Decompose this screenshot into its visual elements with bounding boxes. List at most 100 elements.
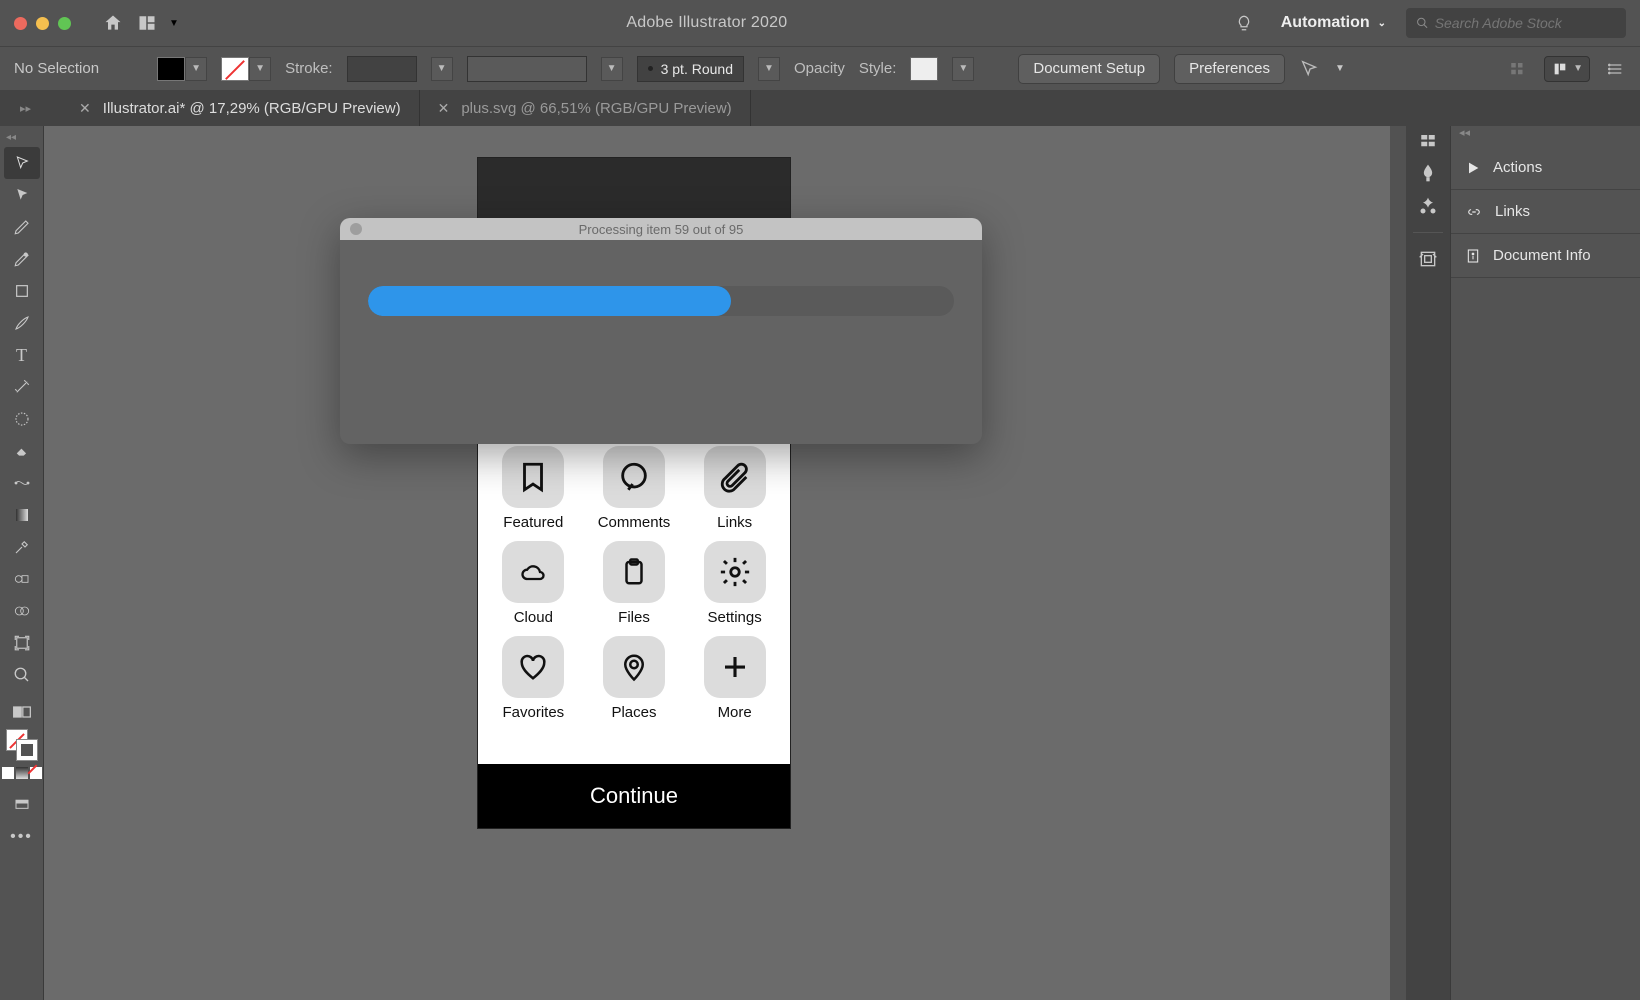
paintbrush-tool-icon[interactable] xyxy=(4,307,40,339)
stroke-label: Stroke: xyxy=(285,60,333,77)
bookmark-icon xyxy=(502,446,564,508)
artboard-tool-icon[interactable] xyxy=(4,627,40,659)
gear-icon xyxy=(704,541,766,603)
chevron-down-icon[interactable]: ▼ xyxy=(758,57,780,81)
app-tile-label: Cloud xyxy=(514,609,553,626)
stroke-profile-dropdown[interactable]: ▼ xyxy=(431,57,453,81)
app-tile-settings: Settings xyxy=(697,541,772,626)
close-tab-icon[interactable]: ✕ xyxy=(79,100,91,117)
chevron-down-icon[interactable]: ▼ xyxy=(169,18,179,29)
collapse-tools-icon[interactable]: ◂◂ xyxy=(0,132,16,143)
gradient-tool-icon[interactable] xyxy=(4,499,40,531)
collapse-panels-icon[interactable]: ◂◂ xyxy=(1451,126,1640,146)
direct-selection-tool-icon[interactable] xyxy=(4,179,40,211)
chevron-down-icon[interactable]: ▼ xyxy=(952,57,974,81)
clipboard-icon xyxy=(603,541,665,603)
selection-tool-icon[interactable] xyxy=(4,147,40,179)
tool-panel: ◂◂ T ••• xyxy=(0,126,44,1000)
panel-label: Document Info xyxy=(1493,247,1591,264)
list-icon[interactable] xyxy=(1606,61,1626,77)
clip-icon xyxy=(704,446,766,508)
brush-definition[interactable]: 3 pt. Round xyxy=(637,56,744,82)
toggle-fill-stroke-icon[interactable] xyxy=(4,701,40,723)
app-tile-cloud: Cloud xyxy=(496,541,571,626)
align-cursor-icon[interactable] xyxy=(1299,58,1321,80)
app-tile-more: More xyxy=(697,636,772,721)
document-setup-button[interactable]: Document Setup xyxy=(1018,54,1160,84)
play-icon xyxy=(1465,160,1481,176)
panel-column: ◂◂ Actions Links Document Info xyxy=(1450,126,1640,1000)
comment-icon xyxy=(603,446,665,508)
document-tab-active[interactable]: ✕ Illustrator.ai* @ 17,29% (RGB/GPU Prev… xyxy=(61,90,420,126)
control-bar: No Selection ▼ ▼ Stroke: ▼ ▼ 3 pt. Round… xyxy=(0,46,1640,90)
type-tool-icon[interactable]: T xyxy=(4,339,40,371)
search-input[interactable] xyxy=(1435,15,1616,31)
stroke-swatch-group[interactable]: ▼ xyxy=(221,57,271,81)
plus-icon xyxy=(704,636,766,698)
workspace-switcher[interactable]: Automation ⌄ xyxy=(1281,14,1386,32)
dialog-close-icon[interactable] xyxy=(350,223,362,235)
progress-dialog: Processing item 59 out of 95 xyxy=(340,218,982,444)
document-tab-label: plus.svg @ 66,51% (RGB/GPU Preview) xyxy=(461,100,731,117)
chevron-down-icon[interactable]: ▼ xyxy=(601,57,623,81)
app-tile-label: Comments xyxy=(598,514,671,531)
arrange-documents-icon[interactable] xyxy=(135,11,159,35)
app-tile-places: Places xyxy=(597,636,672,721)
graphic-style-swatch[interactable] xyxy=(910,57,938,81)
rotate-tool-icon[interactable] xyxy=(4,403,40,435)
app-tile-label: Favorites xyxy=(502,704,564,721)
curvature-tool-icon[interactable] xyxy=(4,243,40,275)
edit-toolbar-icon[interactable]: ••• xyxy=(4,821,40,853)
magic-wand-tool-icon[interactable] xyxy=(4,371,40,403)
screen-mode-icon[interactable] xyxy=(4,789,40,821)
fill-swatch-group[interactable]: ▼ xyxy=(157,57,207,81)
align-to-button[interactable]: ▼ xyxy=(1544,56,1590,82)
document-tab-label: Illustrator.ai* @ 17,29% (RGB/GPU Previe… xyxy=(103,100,401,117)
close-window-icon[interactable] xyxy=(14,17,27,30)
minimize-window-icon[interactable] xyxy=(36,17,49,30)
fill-stroke-indicator[interactable] xyxy=(6,729,38,761)
window-traffic-lights xyxy=(14,17,71,30)
rectangle-tool-icon[interactable] xyxy=(4,275,40,307)
canvas[interactable]: FeaturedCommentsLinksCloudFilesSettingsF… xyxy=(44,126,1390,1000)
preferences-button[interactable]: Preferences xyxy=(1174,54,1285,84)
vertical-scrollbar[interactable] xyxy=(1390,126,1406,1000)
blend-tool-icon[interactable] xyxy=(4,563,40,595)
search-stock[interactable] xyxy=(1406,8,1626,38)
panel-links[interactable]: Links xyxy=(1451,190,1640,234)
app-tile-comments: Comments xyxy=(597,446,672,531)
symbols-panel-icon[interactable] xyxy=(1418,196,1438,216)
dot-icon xyxy=(648,66,653,71)
pin-icon xyxy=(603,636,665,698)
document-tab[interactable]: ✕ plus.svg @ 66,51% (RGB/GPU Preview) xyxy=(420,90,751,126)
shape-builder-tool-icon[interactable] xyxy=(4,595,40,627)
color-mode-row[interactable] xyxy=(2,767,42,779)
panel-actions[interactable]: Actions xyxy=(1451,146,1640,190)
lightbulb-icon[interactable] xyxy=(1235,12,1253,34)
chevron-down-icon[interactable]: ▼ xyxy=(1335,63,1345,74)
zoom-tool-icon[interactable] xyxy=(4,659,40,691)
cloud-icon xyxy=(502,541,564,603)
app-tile-label: Settings xyxy=(708,609,762,626)
zoom-window-icon[interactable] xyxy=(58,17,71,30)
align-panel-icon[interactable] xyxy=(1508,60,1528,78)
dialog-titlebar[interactable]: Processing item 59 out of 95 xyxy=(340,218,982,240)
close-tab-icon[interactable]: ✕ xyxy=(438,100,450,117)
app-tile-label: Links xyxy=(717,514,752,531)
width-tool-icon[interactable] xyxy=(4,467,40,499)
progress-track xyxy=(368,286,954,316)
dialog-title-text: Processing item 59 out of 95 xyxy=(579,222,744,237)
panel-document-info[interactable]: Document Info xyxy=(1451,234,1640,278)
eyedropper-tool-icon[interactable] xyxy=(4,531,40,563)
brushes-panel-icon[interactable] xyxy=(1418,162,1438,184)
expand-tabs-icon[interactable]: ▸▸ xyxy=(20,102,31,115)
home-icon[interactable] xyxy=(101,11,125,35)
libraries-panel-icon[interactable] xyxy=(1418,249,1438,269)
heart-icon xyxy=(502,636,564,698)
eraser-tool-icon[interactable] xyxy=(4,435,40,467)
pen-tool-icon[interactable] xyxy=(4,211,40,243)
stroke-weight-input[interactable] xyxy=(347,56,417,82)
selection-status: No Selection xyxy=(14,60,99,77)
properties-panel-icon[interactable] xyxy=(1418,132,1438,150)
variable-width-profile[interactable] xyxy=(467,56,587,82)
